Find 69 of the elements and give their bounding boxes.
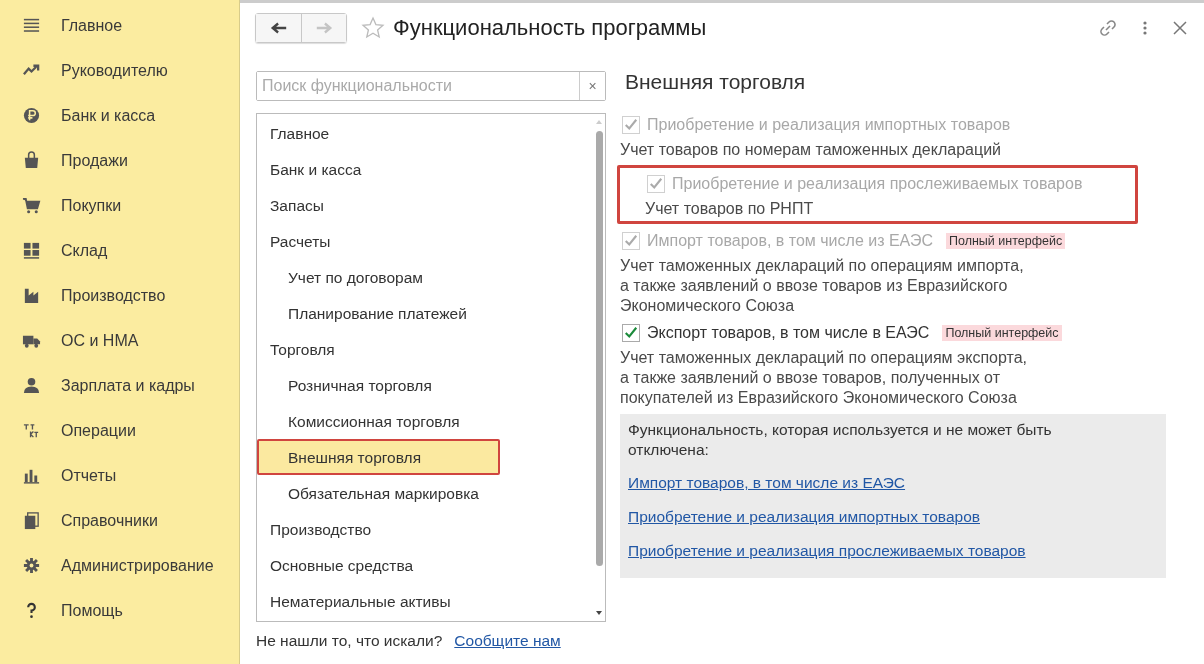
section-item[interactable]: Учет по договорам bbox=[257, 259, 588, 295]
sidebar-item[interactable]: Банк и касса bbox=[0, 93, 239, 138]
sidebar-item[interactable]: Руководителю bbox=[0, 48, 239, 93]
checkmark-icon bbox=[624, 234, 638, 248]
checkmark-icon bbox=[624, 118, 638, 132]
checkmark-icon bbox=[649, 177, 663, 191]
section-item[interactable]: Производство bbox=[257, 511, 588, 547]
interface-badge: Полный интерфейс bbox=[946, 233, 1066, 249]
sidebar-item[interactable]: Помощь bbox=[0, 588, 239, 633]
section-item[interactable]: Нематериальные активы bbox=[257, 583, 588, 619]
sidebar-item[interactable]: ОС и НМА bbox=[0, 318, 239, 363]
menu-icon bbox=[22, 16, 41, 35]
section-item[interactable]: Торговля bbox=[257, 331, 588, 367]
option-description: Учет таможенных деклараций по операциям экспорта, а также заявлений о ввозе товаров, полученных от покупателей из Евразийского Экономического Союза bbox=[620, 348, 1028, 408]
shopping-bag-icon bbox=[22, 151, 41, 170]
section-item[interactable]: Розничная торговля bbox=[257, 367, 588, 403]
debit-credit-icon bbox=[22, 421, 41, 440]
window-title: Функциональность программы bbox=[393, 15, 708, 41]
option-description: Учет товаров по РНПТ bbox=[645, 199, 815, 219]
sidebar-item[interactable]: Отчеты bbox=[0, 453, 239, 498]
feature-link[interactable]: Приобретение и реализация импортных товаров bbox=[628, 500, 980, 534]
settings-icon bbox=[22, 556, 41, 575]
option-description: Учет товаров по номерам таможенных деклараций bbox=[620, 140, 1002, 160]
option-description: Учет таможенных деклараций по операциям импорта, а также заявлений о ввозе товаров из Евразийского Экономического Союза bbox=[620, 256, 1025, 316]
section-item[interactable]: Планирование платежей bbox=[257, 295, 588, 331]
pallet-icon bbox=[22, 241, 41, 260]
link-icon[interactable] bbox=[1098, 18, 1118, 38]
books-icon bbox=[22, 511, 41, 530]
feature-link[interactable]: Импорт товаров, в том числе из ЕАЭС bbox=[628, 466, 906, 500]
option-label[interactable]: Экспорт товаров, в том числе в ЕАЭС bbox=[647, 324, 930, 342]
sidebar-item[interactable]: Покупки bbox=[0, 183, 239, 228]
section-item[interactable]: Расчеты bbox=[257, 223, 588, 259]
section-item[interactable]: Обязательная маркировка bbox=[257, 475, 588, 511]
sidebar-item[interactable]: Операции bbox=[0, 408, 239, 453]
scroll-up-icon[interactable] bbox=[595, 119, 603, 125]
sidebar-item[interactable]: Продажи bbox=[0, 138, 239, 183]
star-icon[interactable] bbox=[361, 16, 385, 40]
checkbox[interactable] bbox=[622, 324, 640, 342]
section-item[interactable]: Внешняя торговля bbox=[257, 439, 500, 475]
ruble-coin-icon bbox=[22, 106, 41, 125]
section-item[interactable]: Комиссионная торговля bbox=[257, 403, 588, 439]
sidebar-item[interactable]: Администрирование bbox=[0, 543, 239, 588]
search-field[interactable]: Поиск функциональности × bbox=[256, 71, 606, 101]
section-item[interactable]: Банк и касса bbox=[257, 151, 588, 187]
section-item[interactable]: Основные средства bbox=[257, 547, 588, 583]
info-text: Функциональность, которая используется и не может быть отключена: bbox=[628, 420, 1053, 460]
clear-button[interactable]: × bbox=[579, 72, 605, 100]
scrollbar-thumb[interactable] bbox=[595, 131, 603, 566]
interface-badge: Полный интерфейс bbox=[942, 325, 1062, 341]
feedback-link[interactable]: Сообщите нам bbox=[454, 632, 561, 650]
section-item[interactable]: Главное bbox=[257, 115, 588, 151]
person-icon bbox=[22, 376, 41, 395]
section-item[interactable]: Запасы bbox=[257, 187, 588, 223]
left-arrow-icon bbox=[269, 21, 288, 35]
scroll-down-icon[interactable] bbox=[595, 610, 603, 616]
section-heading: Внешняя торговля bbox=[625, 70, 807, 94]
close-icon[interactable] bbox=[1172, 20, 1188, 36]
feature-link[interactable]: Приобретение и реализация прослеживаемых товаров bbox=[628, 534, 1026, 568]
sidebar-item[interactable]: Зарплата и кадры bbox=[0, 363, 239, 408]
sidebar-item[interactable]: Склад bbox=[0, 228, 239, 273]
checkmark-icon bbox=[624, 326, 638, 340]
sidebar-item[interactable]: Главное bbox=[0, 3, 239, 48]
back-button[interactable] bbox=[256, 14, 301, 42]
sidebar-item[interactable]: Производство bbox=[0, 273, 239, 318]
factory-icon bbox=[22, 286, 41, 305]
cart-icon bbox=[22, 196, 41, 215]
sidebar-item[interactable]: Справочники bbox=[0, 498, 239, 543]
right-arrow-icon bbox=[315, 21, 333, 35]
footer-text: Не нашли то, что искали? bbox=[256, 632, 443, 650]
